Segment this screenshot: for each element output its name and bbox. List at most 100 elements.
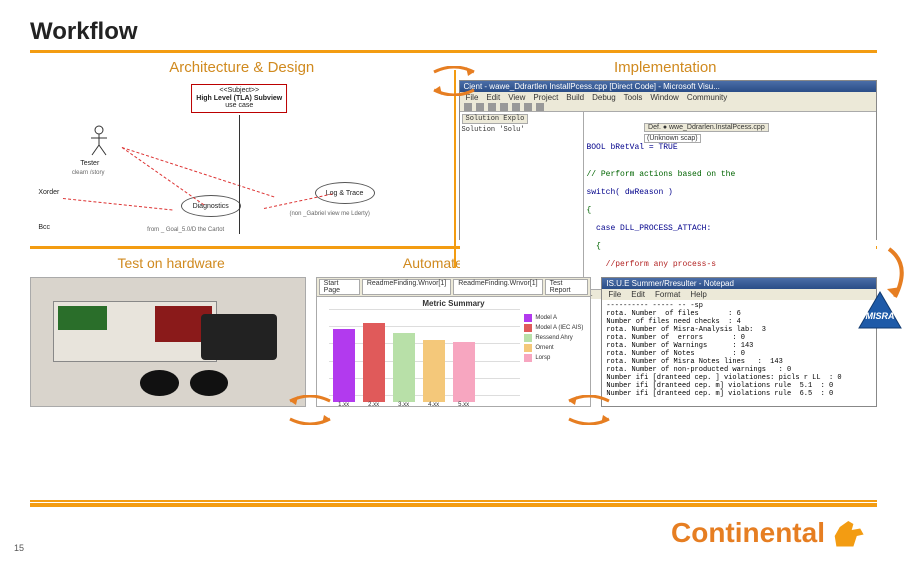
toolbar-icon[interactable] [500, 103, 508, 111]
uml-diagram-panel: <<Subject>> High Level (TLA) Subview use… [30, 80, 449, 240]
chart-legend: Model A Model A (IEC AIS) Ressend Ahry Orne… [520, 310, 590, 406]
chart-bar: 5.xx [453, 342, 475, 402]
actor-xorder-label: Xorder [38, 189, 59, 196]
usecase-diagnostics: Diagnostics [181, 195, 241, 217]
ide-code-line: //perform any process-s [586, 260, 874, 269]
ide-menu-item[interactable]: Tools [624, 93, 643, 102]
toolbar-icon[interactable] [464, 103, 472, 111]
bar-chart: 1.xx 2.xx 3.xx 4.xx 5.xx [317, 310, 521, 406]
ide-dropdown[interactable]: (Unknown scap) [644, 134, 701, 143]
uml-package: <<Subject>> High Level (TLA) Subview use… [191, 84, 287, 113]
chart-bar: 3.xx [393, 333, 415, 402]
toolbar-icon[interactable] [488, 103, 496, 111]
uml-vline [239, 115, 240, 233]
actor-tester-label: Tester [80, 160, 99, 167]
ide-menu-item[interactable]: Project [533, 93, 558, 102]
uml-note-3: (non _Gabriel view me Lderty) [289, 211, 369, 217]
uml-edge [122, 147, 204, 205]
legend-label: Model A (IEC AIS) [535, 325, 583, 331]
chart-tab[interactable]: ReadmeFinding.Wnvor[1] [362, 279, 451, 295]
chart-tab[interactable]: ReadmeFinding.Wnvor[1] [453, 279, 542, 295]
ide-code-line: { [586, 206, 874, 215]
uml-note-2: from _ Goal_5.0/D the Cartot [147, 227, 224, 233]
brand-logo: Continental [671, 517, 867, 549]
usecase-log-trace: Log & Trace [315, 182, 375, 204]
ide-tree-tab[interactable]: Solution Explo [462, 114, 529, 124]
ide-menu-item[interactable]: Community [687, 93, 727, 102]
chart-x-label: 1.xx [338, 402, 349, 408]
ide-panel: Cient - wawe_Ddrartlen InstallPcess.cpp … [459, 80, 878, 240]
ide-toolbar [460, 103, 877, 112]
notepad-menu-item[interactable]: Format [655, 290, 680, 299]
ide-menu-item[interactable]: Build [566, 93, 584, 102]
ide-tree-item[interactable]: Solution 'Solu' [462, 126, 582, 134]
uml-edge [264, 193, 333, 209]
toolbar-icon[interactable] [524, 103, 532, 111]
chart-x-label: 4.xx [428, 402, 439, 408]
uml-edge [122, 147, 274, 197]
chart-tabs: Start Page ReadmeFinding.Wnvor[1] Readme… [317, 278, 591, 297]
actor-icon [89, 125, 109, 157]
toolbar-icon[interactable] [476, 103, 484, 111]
legend-item: Ressend Ahry [524, 334, 586, 342]
chart-tab[interactable]: Test Report [545, 279, 589, 295]
vertical-divider [454, 70, 456, 268]
legend-label: Ornent [535, 345, 553, 351]
label-arch-design: Architecture & Design [30, 59, 454, 76]
ide-menu-item[interactable]: Debug [592, 93, 616, 102]
label-test-hardware: Test on hardware [30, 255, 312, 271]
ide-menu-item[interactable]: Edit [486, 93, 500, 102]
brand-text: Continental [671, 517, 825, 549]
ide-code-line: switch( dwReason ) [586, 188, 874, 197]
notepad-titlebar: IS.U.E Summer/Rresulter - Notepad [602, 278, 876, 289]
legend-swatch [524, 334, 532, 342]
notepad-menu-item[interactable]: Help [690, 290, 706, 299]
title-rule [30, 50, 877, 53]
toolbar-icon[interactable] [512, 103, 520, 111]
legend-swatch [524, 314, 532, 322]
horse-icon [833, 518, 867, 548]
chart-title: Metric Summary [317, 297, 591, 310]
legend-item: Ornent [524, 344, 586, 352]
slide-title: Workflow [30, 18, 877, 46]
notepad-menu-item[interactable]: Edit [631, 290, 645, 299]
legend-swatch [524, 344, 532, 352]
ide-menu-item[interactable]: File [466, 93, 479, 102]
hw-device [201, 314, 278, 360]
legend-label: Model A [535, 315, 557, 321]
chart-x-label: 2.xx [368, 402, 379, 408]
hw-knob [190, 370, 228, 396]
legend-item: Model A (IEC AIS) [524, 324, 586, 332]
page-number: 15 [14, 543, 24, 553]
chart-x-label: 5.xx [458, 402, 469, 408]
chart-bar: 1.xx [333, 329, 355, 402]
legend-item: Lorsp [524, 354, 586, 362]
ide-code-line: BOOL bRetVal = TRUE [586, 143, 874, 152]
legend-swatch [524, 354, 532, 362]
toolbar-icon[interactable] [536, 103, 544, 111]
uml-pkg-l1: <<Subject>> [196, 87, 282, 95]
notepad-menu-item[interactable]: File [608, 290, 621, 299]
notepad-menubar: File Edit Format Help [602, 289, 876, 300]
chart-panel: Start Page ReadmeFinding.Wnvor[1] Readme… [316, 277, 592, 407]
hardware-photo [30, 277, 306, 407]
actor-bcc-label: Bcc [38, 224, 50, 231]
ide-solution-tree: Solution Explo Solution 'Solu' [460, 112, 585, 289]
ide-menu-item[interactable]: Window [650, 93, 678, 102]
hw-board [53, 301, 217, 362]
ide-code-line: // Perform actions based on the [586, 170, 874, 179]
ide-titlebar: Cient - wawe_Ddrartlen InstallPcess.cpp … [460, 81, 877, 92]
uml-pkg-l2: High Level (TLA) Subview [196, 95, 282, 103]
legend-item: Model A [524, 314, 586, 322]
ide-editor-tab[interactable]: Def. ● wwe_Ddrarlen.InstalPcess.cpp [644, 123, 769, 132]
ide-code-line: { [586, 242, 874, 251]
chart-tab[interactable]: Start Page [319, 279, 360, 295]
label-implementation: Implementation [454, 59, 878, 76]
notepad-text: ---------- ----- -- -sp rota. Number of … [602, 300, 876, 406]
legend-label: Ressend Ahry [535, 335, 572, 341]
hw-knob [140, 370, 178, 396]
ide-code-line: case DLL_PROCESS_ATTACH: [586, 224, 874, 233]
footer-rule [30, 503, 877, 507]
legend-swatch [524, 324, 532, 332]
ide-menu-item[interactable]: View [508, 93, 525, 102]
